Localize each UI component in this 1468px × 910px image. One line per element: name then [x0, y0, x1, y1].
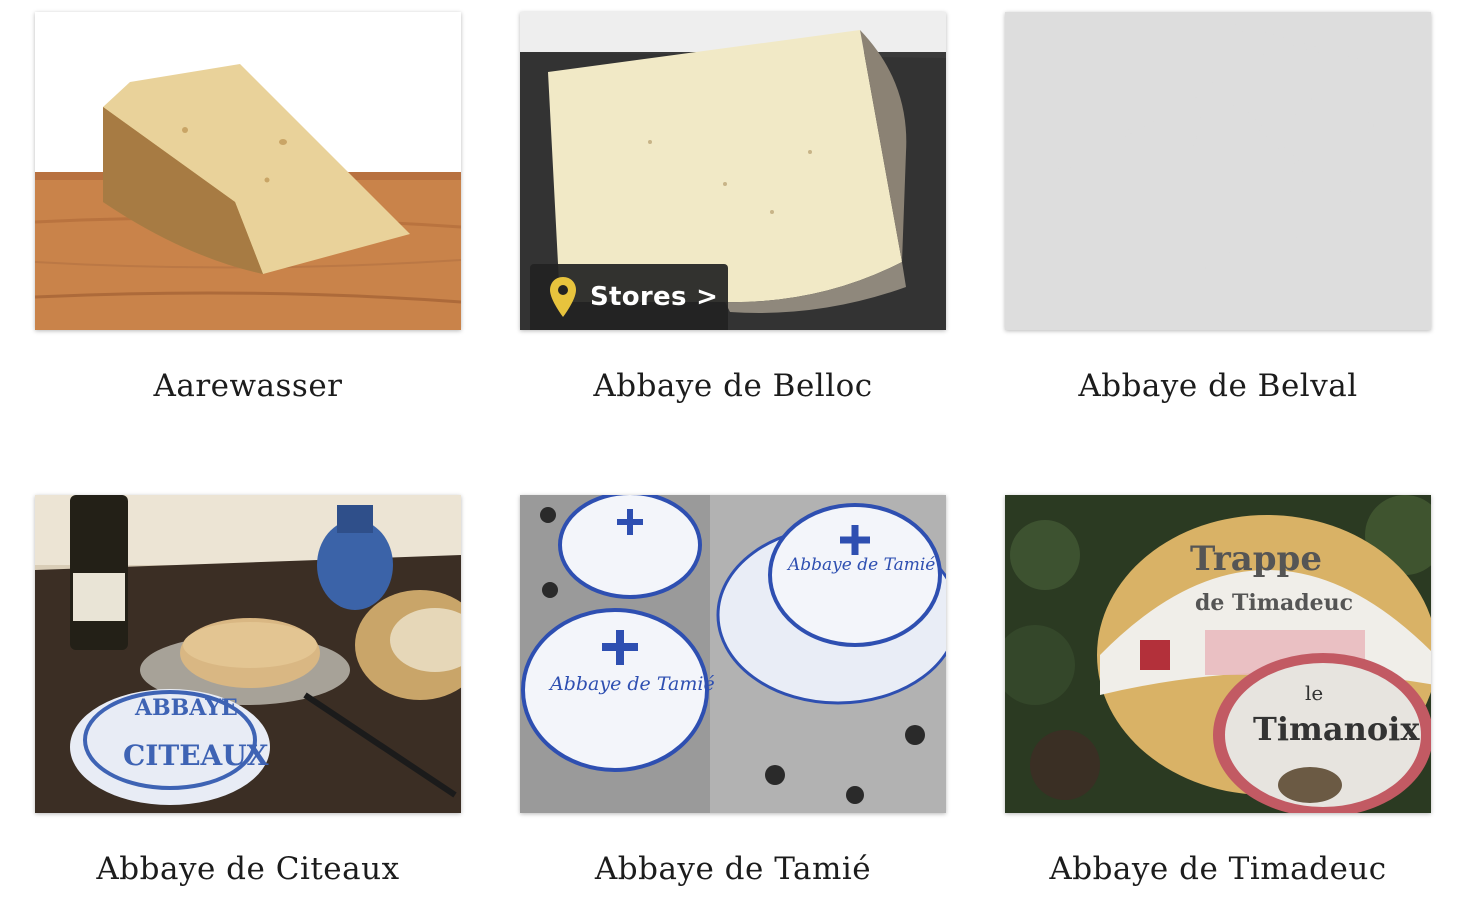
- cheese-name[interactable]: Abbaye de Tamié: [520, 851, 946, 887]
- map-pin-icon: [550, 277, 576, 317]
- cheese-card-abbaye-de-citeaux[interactable]: ABBAYE CITEAUX Abbaye de Citeaux: [35, 495, 461, 887]
- cheese-photo-abbaye-de-citeaux[interactable]: ABBAYE CITEAUX: [35, 495, 461, 813]
- wrapper-text-de-timadeuc: de Timadeuc: [1195, 590, 1353, 616]
- cheese-card-abbaye-de-belval[interactable]: Abbaye de Belval: [1005, 12, 1431, 404]
- cheese-card-abbaye-de-belloc[interactable]: Stores > Abbaye de Belloc: [520, 12, 946, 404]
- cheese-grid: Aarewasser Stores > Abbaye de Belloc Abb…: [0, 0, 1468, 910]
- cheese-photo-abbaye-de-tamie[interactable]: Abbaye de Tamié Abbaye de Tamié: [520, 495, 946, 813]
- wrapper-text-timanoix: Timanoix: [1253, 710, 1420, 748]
- cheese-name[interactable]: Abbaye de Timadeuc: [1005, 851, 1431, 887]
- cheese-name[interactable]: Aarewasser: [35, 368, 461, 404]
- stores-button[interactable]: Stores >: [530, 264, 728, 330]
- cheese-card-aarewasser[interactable]: Aarewasser: [35, 12, 461, 404]
- cheese-photo-aarewasser[interactable]: [35, 12, 461, 330]
- stores-label: Stores >: [590, 282, 719, 312]
- wrapper-text-citeaux: CITEAUX: [123, 739, 269, 772]
- wrapper-text-tamie-right: Abbaye de Tamié: [786, 555, 935, 575]
- cheese-photo-abbaye-de-timadeuc[interactable]: Trappe de Timadeuc le Timanoix: [1005, 495, 1431, 813]
- cheese-name[interactable]: Abbaye de Citeaux: [35, 851, 461, 887]
- cheese-card-abbaye-de-tamie[interactable]: Abbaye de Tamié Abbaye de Tamié Abbaye d…: [520, 495, 946, 887]
- cheese-placeholder-icon: [1045, 23, 1391, 320]
- wrapper-text-le: le: [1305, 681, 1323, 705]
- cheese-name[interactable]: Abbaye de Belval: [1005, 368, 1431, 404]
- wrapper-text-trappe: Trappe: [1190, 539, 1322, 579]
- wrapper-text-abbaye: ABBAYE: [134, 695, 238, 721]
- cheese-card-abbaye-de-timadeuc[interactable]: Trappe de Timadeuc le Timanoix Abbaye de…: [1005, 495, 1431, 887]
- cheese-placeholder-image[interactable]: [1005, 12, 1431, 330]
- wrapper-text-tamie-left: Abbaye de Tamié: [548, 673, 715, 695]
- cheese-photo-abbaye-de-belloc[interactable]: Stores >: [520, 12, 946, 330]
- cheese-name[interactable]: Abbaye de Belloc: [520, 368, 946, 404]
